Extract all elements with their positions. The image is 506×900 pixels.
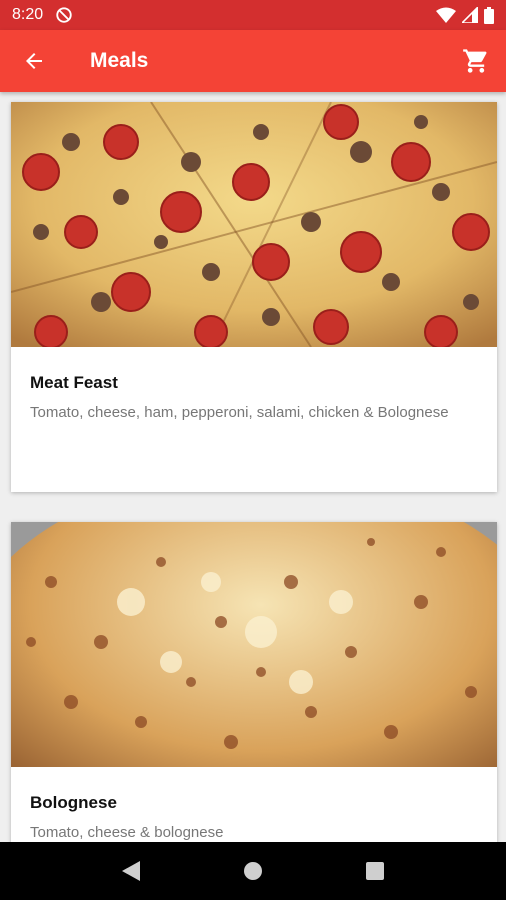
meal-title: Bolognese (30, 793, 117, 812)
status-bar: 8:20 (0, 0, 506, 30)
triangle-back-icon (122, 861, 140, 881)
nav-recents-button[interactable] (355, 851, 395, 891)
square-recents-icon (366, 862, 384, 880)
bolognese-pizza-image (11, 522, 497, 767)
meal-card[interactable]: Bolognese Tomato, cheese & bolognese (11, 522, 497, 842)
cart-button[interactable] (446, 30, 506, 92)
meal-description: Tomato, cheese, ham, pepperoni, salami, … (30, 404, 449, 421)
page-title: Meals (90, 49, 149, 72)
signal-icon (462, 7, 478, 23)
meal-list: Meat Feast Tomato, cheese, ham, pepperon… (0, 92, 506, 842)
meal-card[interactable]: Meat Feast Tomato, cheese, ham, pepperon… (11, 102, 497, 492)
shopping-cart-icon (463, 49, 487, 73)
battery-icon (484, 6, 494, 24)
meal-title: Meat Feast (30, 373, 118, 392)
status-time: 8:20 (12, 6, 44, 23)
wifi-icon (436, 7, 456, 23)
arrow-left-icon (26, 53, 42, 69)
pepperoni-pizza-image (11, 102, 497, 347)
system-nav-bar (0, 842, 506, 900)
status-icons (436, 6, 494, 24)
app-bar: Meals (0, 30, 506, 92)
back-button[interactable] (4, 30, 64, 92)
meal-description: Tomato, cheese & bolognese (30, 824, 224, 841)
circle-home-icon (244, 862, 262, 880)
do-not-disturb-icon (56, 7, 72, 23)
nav-back-button[interactable] (111, 851, 151, 891)
nav-home-button[interactable] (233, 851, 273, 891)
